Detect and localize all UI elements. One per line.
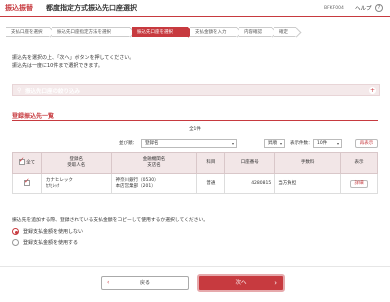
- filter-label: 振込先口座の絞り込み: [25, 89, 81, 95]
- back-button[interactable]: ‹ 戻る: [101, 276, 189, 290]
- per-page-label: 表示件数：: [290, 141, 313, 146]
- radio-option-copy[interactable]: 登録支払金額を使用する: [12, 239, 78, 246]
- next-button[interactable]: 次へ ›: [197, 274, 285, 292]
- sort-label: 並び順：: [119, 141, 137, 146]
- payee-name: ｶﾅﾋﾚｯｸ: [45, 183, 60, 189]
- help-icon[interactable]: ?: [375, 4, 383, 12]
- table-row: カナヒレックｶﾅﾋﾚｯｸ 神奈川銀行（0530）本店営業部（201） 普通 42…: [12, 173, 378, 194]
- step-label: 内容確認: [244, 30, 262, 35]
- account-header: 口座番号: [224, 152, 276, 174]
- radio-button[interactable]: [12, 239, 19, 246]
- step-label: 支払口座を選択: [11, 30, 43, 35]
- redisplay-button[interactable]: 再表示: [355, 139, 378, 148]
- step-6: 確定: [274, 27, 302, 38]
- progress-steps: 支払口座を選択 振込先口座指定方法を選択 振込先口座を選択 支払金額を入力 内容…: [6, 27, 302, 38]
- bank-cell: 神奈川銀行（0530） 本店営業部（201）: [110, 173, 198, 194]
- chevron-left-icon: ‹: [107, 279, 110, 286]
- instruction-line: 振込先は一度に10件まで選択できます。: [12, 63, 103, 69]
- fee-header: 手数料: [274, 152, 342, 174]
- screen-code: BFKF004: [324, 6, 344, 11]
- row-checkbox[interactable]: [23, 178, 30, 186]
- bank-header: 金融機関名 支店名: [110, 152, 198, 174]
- detail-button[interactable]: 詳細: [350, 179, 368, 188]
- expand-icon[interactable]: +: [369, 87, 376, 94]
- search-icon: ⚲: [17, 87, 22, 94]
- step-label: 確定: [279, 30, 288, 35]
- instructions: 振込先を選択の上、「次へ」ボタンを押してください。 振込先は一度に10件まで選択…: [12, 54, 134, 70]
- copy-amount-note: 振込先を追加する際、登録されている支払金額をコピーして使用するか選択してください…: [12, 218, 209, 223]
- filter-toggle-bar[interactable]: ⚲ 振込先口座の絞り込み +: [12, 84, 380, 96]
- radio-option-no-copy[interactable]: 登録支払金額を使用しない: [12, 228, 83, 235]
- select-all-header[interactable]: 全て: [12, 152, 42, 174]
- step-4: 支払金額を入力: [190, 27, 243, 38]
- display-header: 表示: [340, 152, 378, 174]
- per-page-select[interactable]: 10件 ▾: [313, 139, 342, 148]
- chevron-right-icon: ›: [274, 279, 277, 287]
- subject-header: 科目: [196, 152, 226, 174]
- radio-label: 登録支払金額を使用しない: [23, 229, 84, 235]
- step-label: 支払金額を入力: [195, 30, 227, 35]
- sort-select[interactable]: 登録名 ▾: [141, 139, 237, 148]
- step-label: 振込先口座を選択: [137, 30, 173, 35]
- account-cell: 4280815: [224, 173, 276, 194]
- next-label: 次へ: [235, 280, 247, 286]
- per-page-value: 10件: [317, 141, 328, 146]
- chevron-down-icon: ▾: [336, 141, 339, 146]
- header-label: 支店名: [147, 163, 161, 168]
- step-label: 振込先口座指定方法を選択: [57, 30, 111, 35]
- fee-cell: 当方負担: [274, 173, 342, 194]
- section-title: 登録振込先一覧: [12, 113, 55, 120]
- result-count: 全1件: [189, 127, 201, 132]
- category-label: 振込振替: [5, 4, 33, 12]
- step-2: 振込先口座指定方法を選択: [52, 27, 136, 38]
- radio-label: 登録支払金額を使用する: [23, 240, 79, 246]
- order-select[interactable]: 昇順 ▾: [264, 139, 285, 148]
- order-value: 昇順: [268, 141, 277, 146]
- page-title: 都度指定方式振込先口座選択: [46, 4, 137, 12]
- payee-table: 全て 登録名受取人名 金融機関名支店名 科目 口座番号 手数料 表示 カナヒレッ…: [12, 152, 378, 194]
- name-header: 登録名 受取人名: [40, 152, 112, 174]
- table-header-row: 全て 登録名受取人名 金融機関名支店名 科目 口座番号 手数料 表示: [12, 152, 378, 174]
- row-select-cell[interactable]: [12, 173, 42, 194]
- step-3-current: 振込先口座を選択: [132, 27, 194, 38]
- branch-name: 本店営業部（201）: [115, 183, 156, 189]
- section-divider: [12, 120, 378, 121]
- step-5: 内容確認: [239, 27, 278, 38]
- page-header: 振込振替 都度指定方式振込先口座選択 BFKF004 ヘルプ ?: [0, 0, 390, 17]
- select-all-checkbox[interactable]: [18, 157, 25, 166]
- chevron-down-icon: ▾: [279, 141, 282, 146]
- radio-button[interactable]: [12, 228, 19, 235]
- header-label: 受取人名: [67, 163, 86, 168]
- name-cell: カナヒレック ｶﾅﾋﾚｯｸ: [40, 173, 112, 194]
- chevron-down-icon: ▾: [231, 141, 234, 146]
- help-link[interactable]: ヘルプ: [355, 4, 372, 12]
- sort-value: 登録名: [145, 141, 159, 146]
- back-label: 戻る: [139, 280, 150, 286]
- instruction-line: 振込先を選択の上、「次へ」ボタンを押してください。: [12, 55, 135, 61]
- subject-cell: 普通: [196, 173, 226, 194]
- select-all-label: 全て: [26, 160, 36, 166]
- step-1: 支払口座を選択: [6, 27, 56, 38]
- display-cell: 詳細: [340, 173, 378, 194]
- footer-divider: [0, 266, 390, 267]
